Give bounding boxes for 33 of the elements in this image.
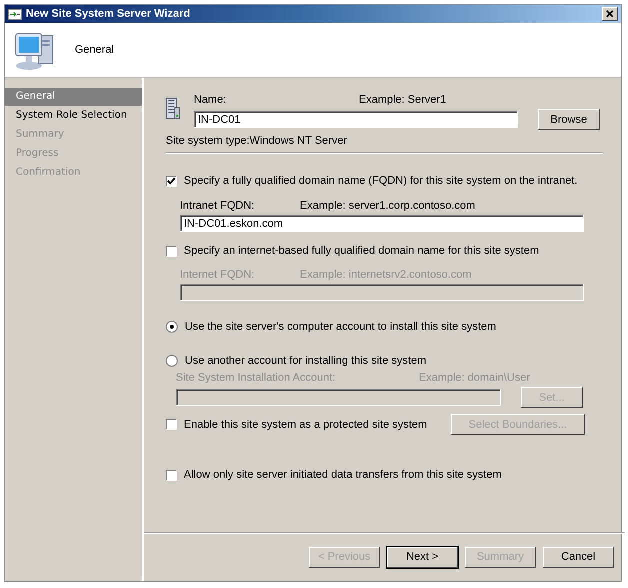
wizard-button[interactable]: Next > xyxy=(387,546,458,568)
window-icon xyxy=(8,8,22,20)
radio-button[interactable] xyxy=(166,321,178,333)
site-system-type: Site system type:Windows NT Server xyxy=(166,135,348,147)
checkbox[interactable] xyxy=(166,470,177,480)
browse-button[interactable]: Browse xyxy=(538,109,600,130)
radio-label: Use another account for installing this site system xyxy=(185,355,427,367)
server-icon xyxy=(166,98,180,120)
close-button[interactable] xyxy=(602,7,618,21)
field-label: Site System Installation Account: xyxy=(176,372,337,384)
checkbox-label: Specify an internet-based fully qualified domain name for this site system xyxy=(184,245,540,257)
checkbox[interactable] xyxy=(166,176,177,186)
name-field[interactable]: IN-DC01 xyxy=(194,111,518,128)
example-text: Example: domain\User xyxy=(419,372,530,384)
checkbox-label: Enable this site system as a protected site system xyxy=(184,418,428,430)
page-title: General xyxy=(75,44,114,56)
radio-button[interactable] xyxy=(166,355,178,367)
example-text: Example: server1.corp.contoso.com xyxy=(300,200,476,212)
checkbox-label: Specify a fully qualified domain name (FQDN) for this site system on the intranet. xyxy=(184,175,578,187)
example-text: Example: Server1 xyxy=(359,94,446,106)
radio-label: Use the site server's computer account to install this site system xyxy=(185,321,496,333)
example-text: Example: internetsrv2.contoso.com xyxy=(300,269,472,281)
window-title: New Site System Server Wizard xyxy=(26,8,192,20)
field-label: Name: xyxy=(194,94,228,106)
wizard-button[interactable]: Cancel xyxy=(543,546,614,568)
field-label: Intranet FQDN: xyxy=(180,200,256,212)
nav-item[interactable]: System Role Selection xyxy=(5,107,142,125)
checkbox[interactable] xyxy=(166,419,177,430)
field-label: Internet FQDN: xyxy=(180,269,256,281)
nav-item[interactable]: General xyxy=(5,88,142,106)
checkbox-label: Allow only site server initiated data transfers from this site system xyxy=(184,469,502,481)
intranet-fqdn-field[interactable]: IN-DC01.eskon.com xyxy=(180,215,584,232)
close-icon xyxy=(606,10,614,18)
